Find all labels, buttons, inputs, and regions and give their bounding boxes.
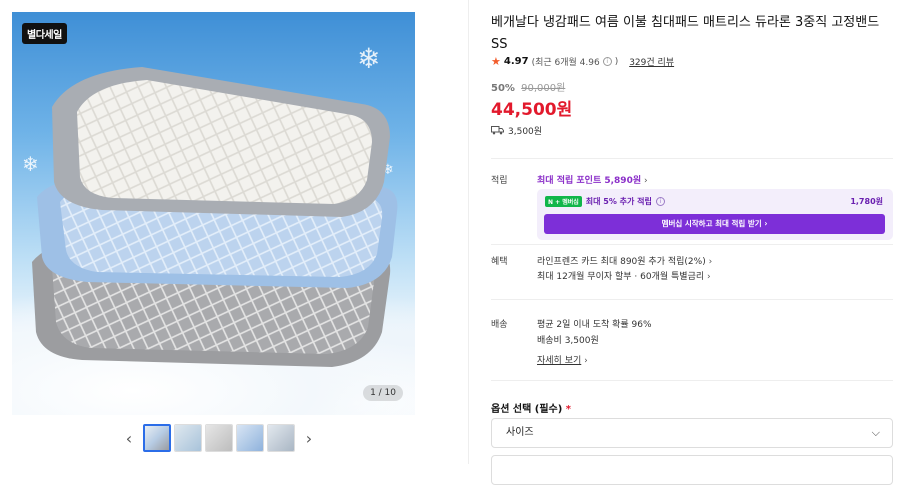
product-main-image[interactable]: ❄ ❄ ❄ 별다세일 1 / 10 [12, 12, 415, 415]
chevron-right-icon: › [707, 272, 711, 282]
max-points-link[interactable]: 최대 적립 포인트 5,890원 › [537, 173, 648, 186]
required-mark: * [565, 404, 572, 415]
sale-price: 44,500원 [491, 100, 573, 120]
size-select[interactable]: 사이즈 ⌵ [491, 418, 893, 448]
delivery-fee: 배송비 3,500원 [537, 336, 599, 346]
max-points-text: 최대 적립 포인트 5,890원 [537, 176, 642, 186]
discount-rate: 50% [491, 83, 515, 94]
second-option-select[interactable] [491, 455, 893, 485]
shipping-row: 3,500원 [491, 124, 542, 137]
divider [491, 380, 893, 381]
membership-start-label: 멤버십 시작하고 최대 적립 받기 [661, 219, 762, 228]
chevron-right-icon: › [764, 219, 768, 228]
thumbnail-2[interactable] [174, 424, 202, 452]
info-icon[interactable]: i [602, 57, 612, 66]
divider [491, 244, 893, 245]
rating-recent: (최근 6개월 4.96 [531, 58, 600, 68]
delivery-label: 배송 [491, 320, 508, 330]
rating-row: ★ 4.97 (최근 6개월 4.96 i) 329건 리뷰 [491, 55, 674, 68]
rating-score: 4.97 [503, 56, 529, 67]
membership-extra-points: 최대 5% 추가 적립 [585, 197, 652, 206]
column-divider [468, 0, 469, 464]
chevron-right-icon: › [643, 176, 648, 186]
perks-label: 혜택 [491, 257, 508, 267]
option-title: 옵션 선택 (필수) * [491, 400, 571, 415]
delivery-details-text: 자세히 보기 [537, 356, 582, 366]
thumbnail-3[interactable] [205, 424, 233, 452]
thumbnail-1[interactable] [143, 424, 171, 452]
rating-close: ) [614, 56, 619, 67]
option-title-text: 옵션 선택 (필수) [491, 404, 563, 415]
membership-box: N + 멤버십 최대 5% 추가 적립 i 1,780원 멤버십 시작하고 최대… [537, 189, 893, 240]
product-title: 베개날다 냉감패드 여름 이불 침대패드 매트리스 듀라론 3중직 고정밴드 S… [491, 15, 880, 52]
image-counter: 1 / 10 [363, 385, 403, 401]
perk-installment-text: 최대 12개월 무이자 할부 · 60개월 특별금리 [537, 272, 705, 282]
thumbnail-5[interactable] [267, 424, 295, 452]
divider [491, 158, 893, 159]
membership-amount: 1,780원 [850, 197, 883, 206]
chevron-right-icon: › [584, 356, 588, 366]
membership-info: N + 멤버십 최대 5% 추가 적립 i [545, 196, 665, 207]
next-thumbnail-button[interactable]: › [298, 429, 320, 448]
delivery-details-link[interactable]: 자세히 보기 › [537, 353, 588, 366]
original-price: 90,000원 [521, 83, 566, 94]
divider [491, 299, 893, 300]
discount-row: 50% 90,000원 [491, 79, 565, 94]
review-count-link[interactable]: 329건 리뷰 [629, 55, 674, 68]
sale-badge: 별다세일 [22, 23, 67, 44]
chevron-down-icon: ⌵ [871, 426, 880, 439]
prev-thumbnail-button[interactable]: ‹ [118, 429, 140, 448]
truck-icon [491, 126, 504, 135]
thumbnail-4[interactable] [236, 424, 264, 452]
info-icon[interactable]: i [655, 197, 665, 206]
shipping-fee: 3,500원 [508, 127, 543, 137]
size-select-value: 사이즈 [506, 427, 534, 438]
star-icon: ★ [491, 55, 501, 68]
chevron-right-icon: › [708, 257, 713, 267]
points-label: 적립 [491, 176, 508, 186]
thumbnail-strip: ‹ › [118, 423, 320, 453]
perk-card-text: 라인프렌즈 카드 최대 890원 추가 적립(2%) [537, 257, 706, 267]
delivery-arrival: 평균 2일 이내 도착 확률 96% [537, 320, 652, 330]
perk-installment-link[interactable]: 최대 12개월 무이자 할부 · 60개월 특별금리 › [537, 269, 711, 282]
membership-start-button[interactable]: 멤버십 시작하고 최대 적립 받기 › [544, 214, 885, 234]
membership-badge: N + 멤버십 [545, 196, 582, 207]
folded-pads-illustration [32, 67, 398, 367]
perk-card-link[interactable]: 라인프렌즈 카드 최대 890원 추가 적립(2%) › [537, 254, 712, 267]
